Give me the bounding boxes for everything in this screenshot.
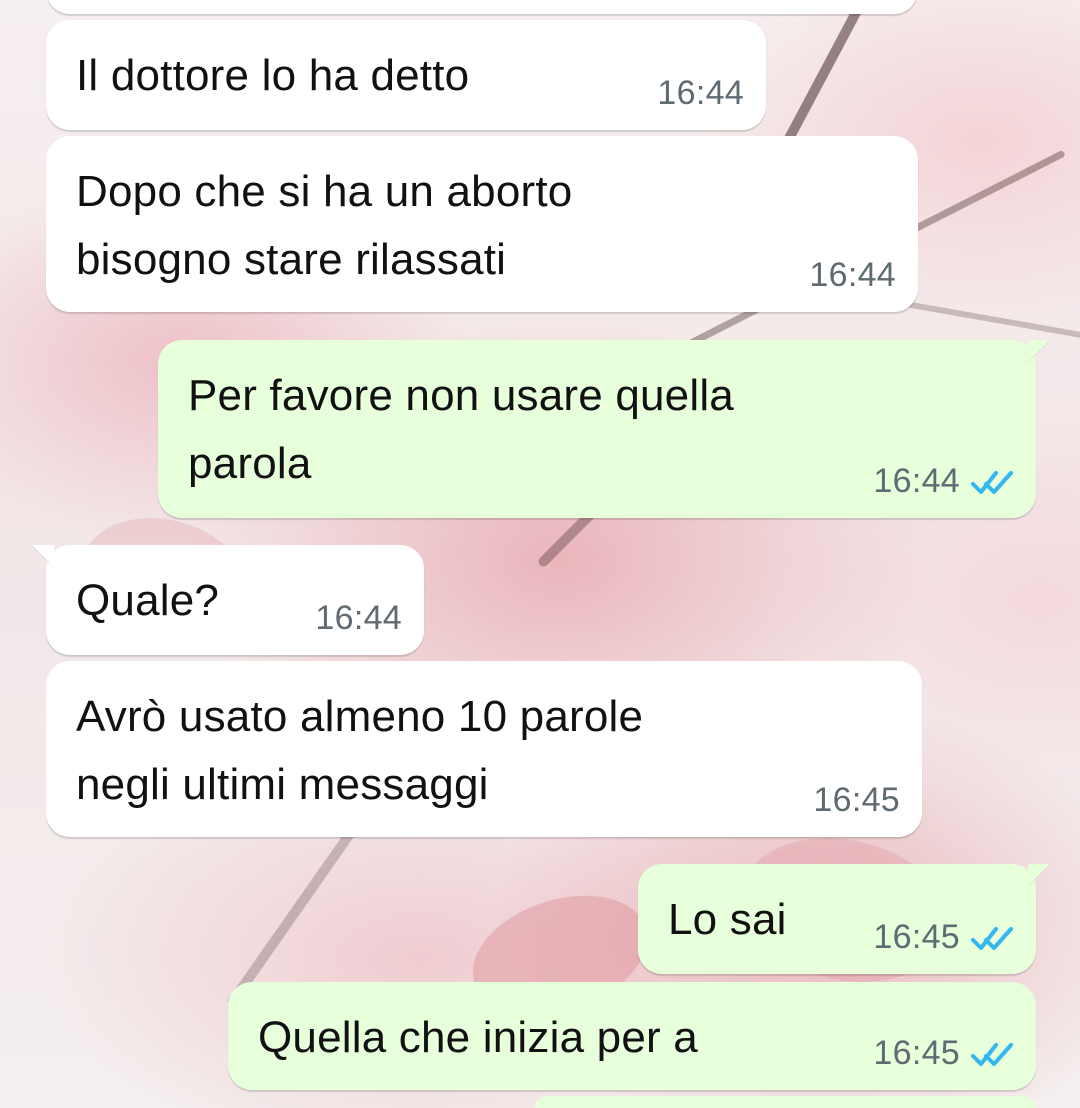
message-meta: 16:44 [873,462,1014,500]
message-text: Per favore non usare quella parola [188,371,734,488]
message-time: 16:45 [873,1034,960,1072]
message-time: 16:44 [315,599,402,637]
message-text: Il dottore lo ha detto [76,51,470,100]
message-meta: 16:44 [657,74,744,112]
message-text: Quale? [76,576,220,625]
chat-thread[interactable]: Il dottore lo ha detto 16:44 Dopo che si… [0,0,1080,1108]
message-bubble-incoming[interactable]: Avrò usato almeno 10 parole negli ultimi… [46,661,922,837]
message-meta: 16:45 [813,781,900,819]
message-bubble-outgoing[interactable]: Lo sai 16:45 [638,864,1036,974]
message-bubble-outgoing[interactable]: Quella che inizia per a 16:45 [228,982,1036,1090]
message-bubble-incoming[interactable]: Dopo che si ha un aborto bisogno stare r… [46,136,918,312]
double-check-icon [971,471,1013,494]
message-bubble-partial-bottom[interactable] [535,1096,1036,1108]
message-bubble-incoming[interactable]: Quale? 16:44 [46,545,424,655]
message-text: Dopo che si ha un aborto bisogno stare r… [76,167,573,284]
message-bubble-outgoing[interactable]: Per favore non usare quella parola 16:44 [158,340,1036,518]
message-meta: 16:44 [809,256,896,294]
message-time: 16:45 [873,918,960,956]
double-check-icon [971,927,1013,950]
message-bubble-partial-top[interactable] [46,0,918,14]
message-time: 16:45 [813,781,900,819]
double-check-icon [971,1043,1013,1066]
message-text: Lo sai [668,895,787,944]
message-time: 16:44 [809,256,896,294]
message-text: Avrò usato almeno 10 parole negli ultimi… [76,692,644,809]
message-meta: 16:44 [315,599,402,637]
message-meta: 16:45 [873,918,1014,956]
message-time: 16:44 [873,462,960,500]
message-meta: 16:45 [873,1034,1014,1072]
message-time: 16:44 [657,74,744,112]
message-bubble-incoming[interactable]: Il dottore lo ha detto 16:44 [46,20,766,130]
message-text: Quella che inizia per a [258,1013,698,1062]
